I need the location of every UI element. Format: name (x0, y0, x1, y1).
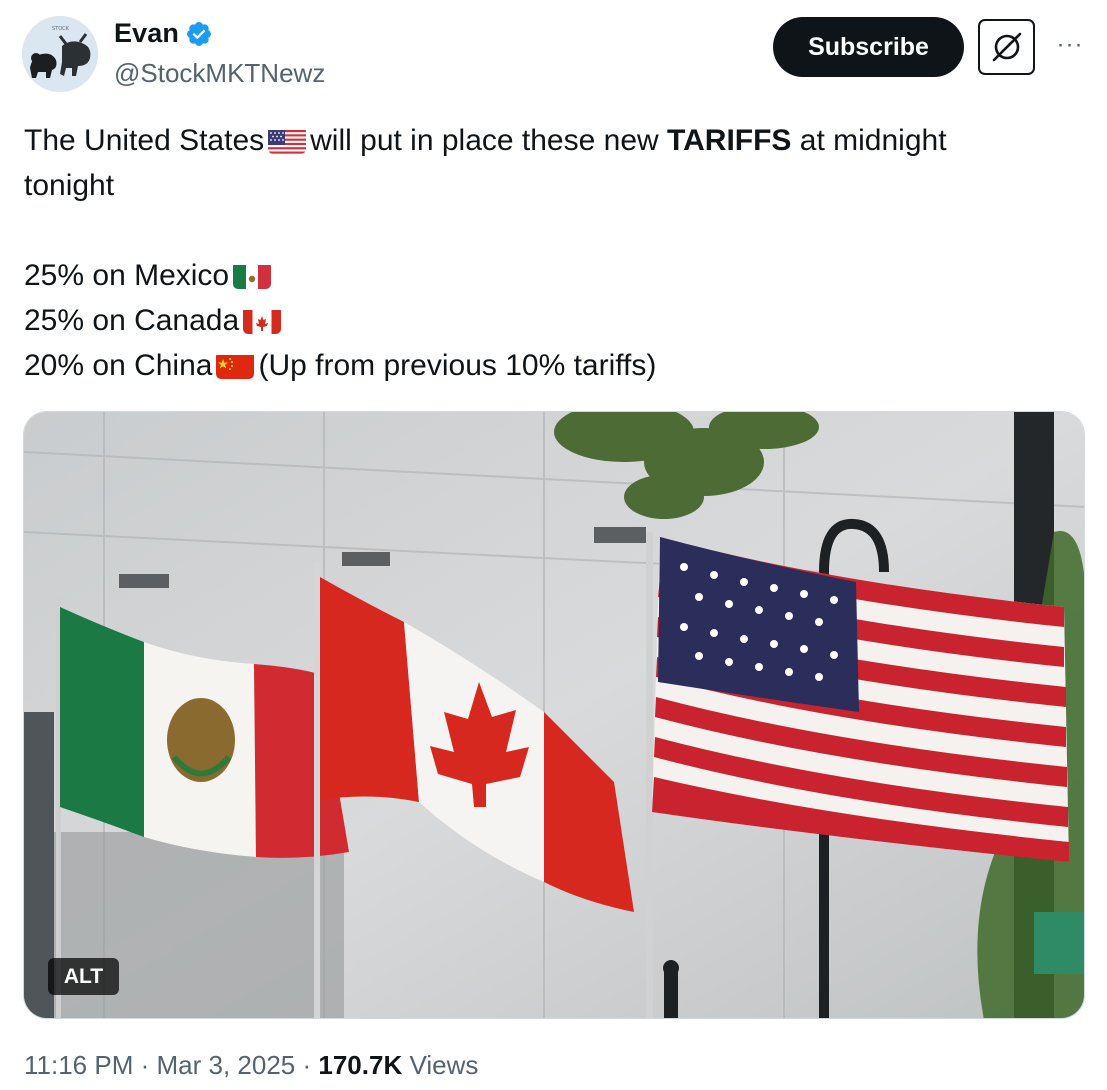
canada-flag-icon (243, 306, 282, 334)
post-text-segment: at midnight (799, 124, 947, 157)
svg-text:STOCK: STOCK (52, 26, 70, 32)
post-text-segment: will put in place these new (310, 124, 659, 157)
post-meta: 11:16 PM · Mar 3, 2025 · 170.7K Views (24, 1050, 478, 1081)
post-date[interactable]: Mar 3, 2025 (157, 1050, 296, 1080)
post-line-mexico: 25% on Mexico (24, 253, 1084, 298)
post-time[interactable]: 11:16 PM (24, 1050, 133, 1080)
post-image[interactable] (23, 411, 1085, 1019)
post-text-bold: TARIFFS (667, 124, 792, 157)
post-line-canada: 25% on Canada (24, 298, 1084, 343)
post-text-segment: The United States (24, 124, 265, 157)
china-tariff-text: 20% on China (24, 349, 213, 382)
post-line-2: tonight (24, 169, 115, 202)
us-flag-icon (268, 126, 307, 154)
meta-separator: · (302, 1050, 312, 1080)
post-line-1: The United States will put in place thes… (24, 118, 1084, 163)
verified-badge-icon (186, 21, 211, 46)
china-tariff-note: (Up from previous 10% tariffs) (258, 349, 657, 382)
views-label: Views (409, 1050, 479, 1080)
grok-icon (992, 32, 1021, 62)
post-line-china: 20% on China (Up from previous 10% tarif… (24, 343, 1084, 388)
canada-tariff-text: 25% on Canada (24, 304, 240, 337)
display-name[interactable]: Evan (114, 18, 179, 49)
author-name-row[interactable]: Evan (114, 18, 213, 49)
avatar[interactable]: STOCK (22, 16, 98, 92)
meta-separator: · (140, 1050, 150, 1080)
more-button[interactable]: ··· (1050, 30, 1090, 60)
author-handle[interactable]: @StockMKTNewz (114, 58, 325, 89)
subscribe-button[interactable]: Subscribe (773, 17, 964, 77)
mexico-flag-icon (233, 261, 272, 289)
china-flag-icon (216, 351, 255, 379)
mexico-tariff-text: 25% on Mexico (24, 259, 230, 292)
alt-text-button[interactable]: ALT (48, 958, 119, 995)
post-blank-line (24, 208, 1084, 253)
post-text: The United States will put in place thes… (24, 118, 1084, 388)
more-icon: ··· (1056, 31, 1084, 58)
tweet: STOCK Evan @StockMKTNewz Subscribe ··· T… (0, 0, 1107, 1090)
grok-button[interactable] (978, 19, 1035, 75)
views-count: 170.7K (318, 1050, 403, 1080)
